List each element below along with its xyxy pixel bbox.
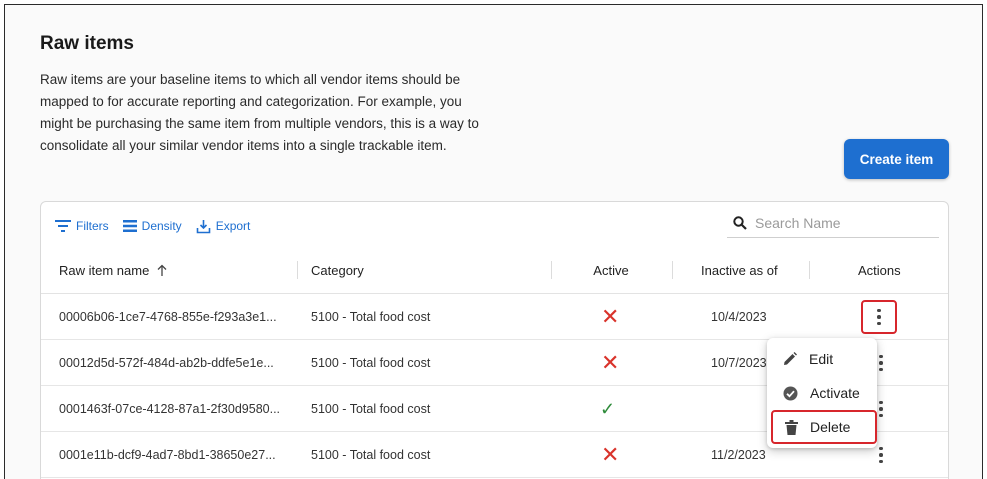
- more-vertical-icon: [879, 400, 883, 418]
- filters-button[interactable]: Filters: [55, 219, 109, 233]
- column-header-inactive-as-of[interactable]: Inactive as of: [701, 246, 778, 294]
- more-vertical-icon: [877, 308, 881, 326]
- category-cell: 5100 - Total food cost: [311, 356, 431, 370]
- grid-toolbar: Filters Density Export: [55, 216, 250, 236]
- column-label: Actions: [858, 262, 901, 278]
- active-check-icon: ✓: [600, 399, 616, 419]
- column-label: Category: [311, 262, 364, 278]
- menu-item-activate[interactable]: Activate: [767, 376, 877, 410]
- density-button[interactable]: Density: [122, 219, 182, 233]
- create-item-button[interactable]: Create item: [844, 139, 949, 179]
- more-vertical-icon: [879, 354, 883, 372]
- row-actions-menu: Edit Activate Delete: [767, 338, 877, 448]
- category-cell: 5100 - Total food cost: [311, 402, 431, 416]
- inactive-as-of-cell: 11/2/2023: [711, 448, 766, 462]
- column-separator[interactable]: [297, 261, 298, 279]
- search-input[interactable]: [755, 214, 925, 231]
- export-icon: [196, 219, 210, 233]
- column-separator[interactable]: [672, 261, 673, 279]
- app-frame: Raw items Raw items are your baseline it…: [4, 4, 983, 479]
- density-label: Density: [141, 219, 182, 233]
- inactive-as-of-cell: 10/4/2023: [711, 310, 767, 324]
- menu-item-label: Activate: [810, 385, 860, 401]
- check-circle-icon: [783, 386, 798, 400]
- export-button[interactable]: Export: [196, 219, 251, 234]
- table-header: Raw item name Category Active Inactive a…: [41, 246, 948, 294]
- trash-icon: [785, 419, 798, 435]
- table-row[interactable]: 00006b06-1ce7-4768-855e-f293a3e1... 5100…: [41, 294, 948, 340]
- menu-item-label: Delete: [810, 419, 851, 435]
- column-header-name[interactable]: Raw item name: [59, 246, 168, 294]
- menu-item-label: Edit: [809, 351, 834, 367]
- column-header-actions: Actions: [858, 246, 901, 294]
- density-icon: [122, 220, 137, 232]
- arrow-up-icon: [157, 264, 167, 276]
- menu-item-edit[interactable]: Edit: [767, 342, 877, 376]
- column-header-category[interactable]: Category: [311, 246, 364, 294]
- inactive-x-icon: ✕: [601, 304, 620, 329]
- raw-item-name: 0001463f-07ce-4128-87a1-2f30d9580...: [59, 402, 281, 416]
- column-label: Active: [593, 262, 629, 278]
- inactive-x-icon: ✕: [601, 442, 620, 467]
- row-actions-button[interactable]: [861, 300, 897, 334]
- column-label: Raw item name: [59, 262, 150, 278]
- raw-item-name: 0001e11b-dcf9-4ad7-8bd1-38650e27...: [59, 448, 276, 462]
- column-separator[interactable]: [551, 261, 552, 279]
- raw-item-name: 00012d5d-572f-484d-ab2b-ddfe5e1e...: [59, 356, 274, 370]
- pencil-icon: [784, 352, 797, 365]
- column-label: Inactive as of: [701, 262, 778, 278]
- page-title: Raw items: [40, 33, 134, 54]
- search-icon: [733, 215, 747, 230]
- filter-icon: [55, 220, 71, 232]
- search-box: [727, 208, 939, 238]
- inactive-as-of-cell: 10/7/2023: [711, 356, 767, 370]
- raw-item-name: 00006b06-1ce7-4768-855e-f293a3e1...: [59, 310, 277, 324]
- category-cell: 5100 - Total food cost: [311, 448, 431, 462]
- inactive-x-icon: ✕: [601, 350, 620, 375]
- column-separator[interactable]: [809, 261, 810, 279]
- column-header-active[interactable]: Active: [591, 246, 631, 294]
- page-description: Raw items are your baseline items to whi…: [40, 72, 479, 153]
- filters-label: Filters: [76, 219, 109, 233]
- menu-item-delete[interactable]: Delete: [771, 410, 877, 444]
- export-label: Export: [215, 219, 251, 233]
- more-vertical-icon: [879, 446, 883, 464]
- category-cell: 5100 - Total food cost: [311, 310, 431, 324]
